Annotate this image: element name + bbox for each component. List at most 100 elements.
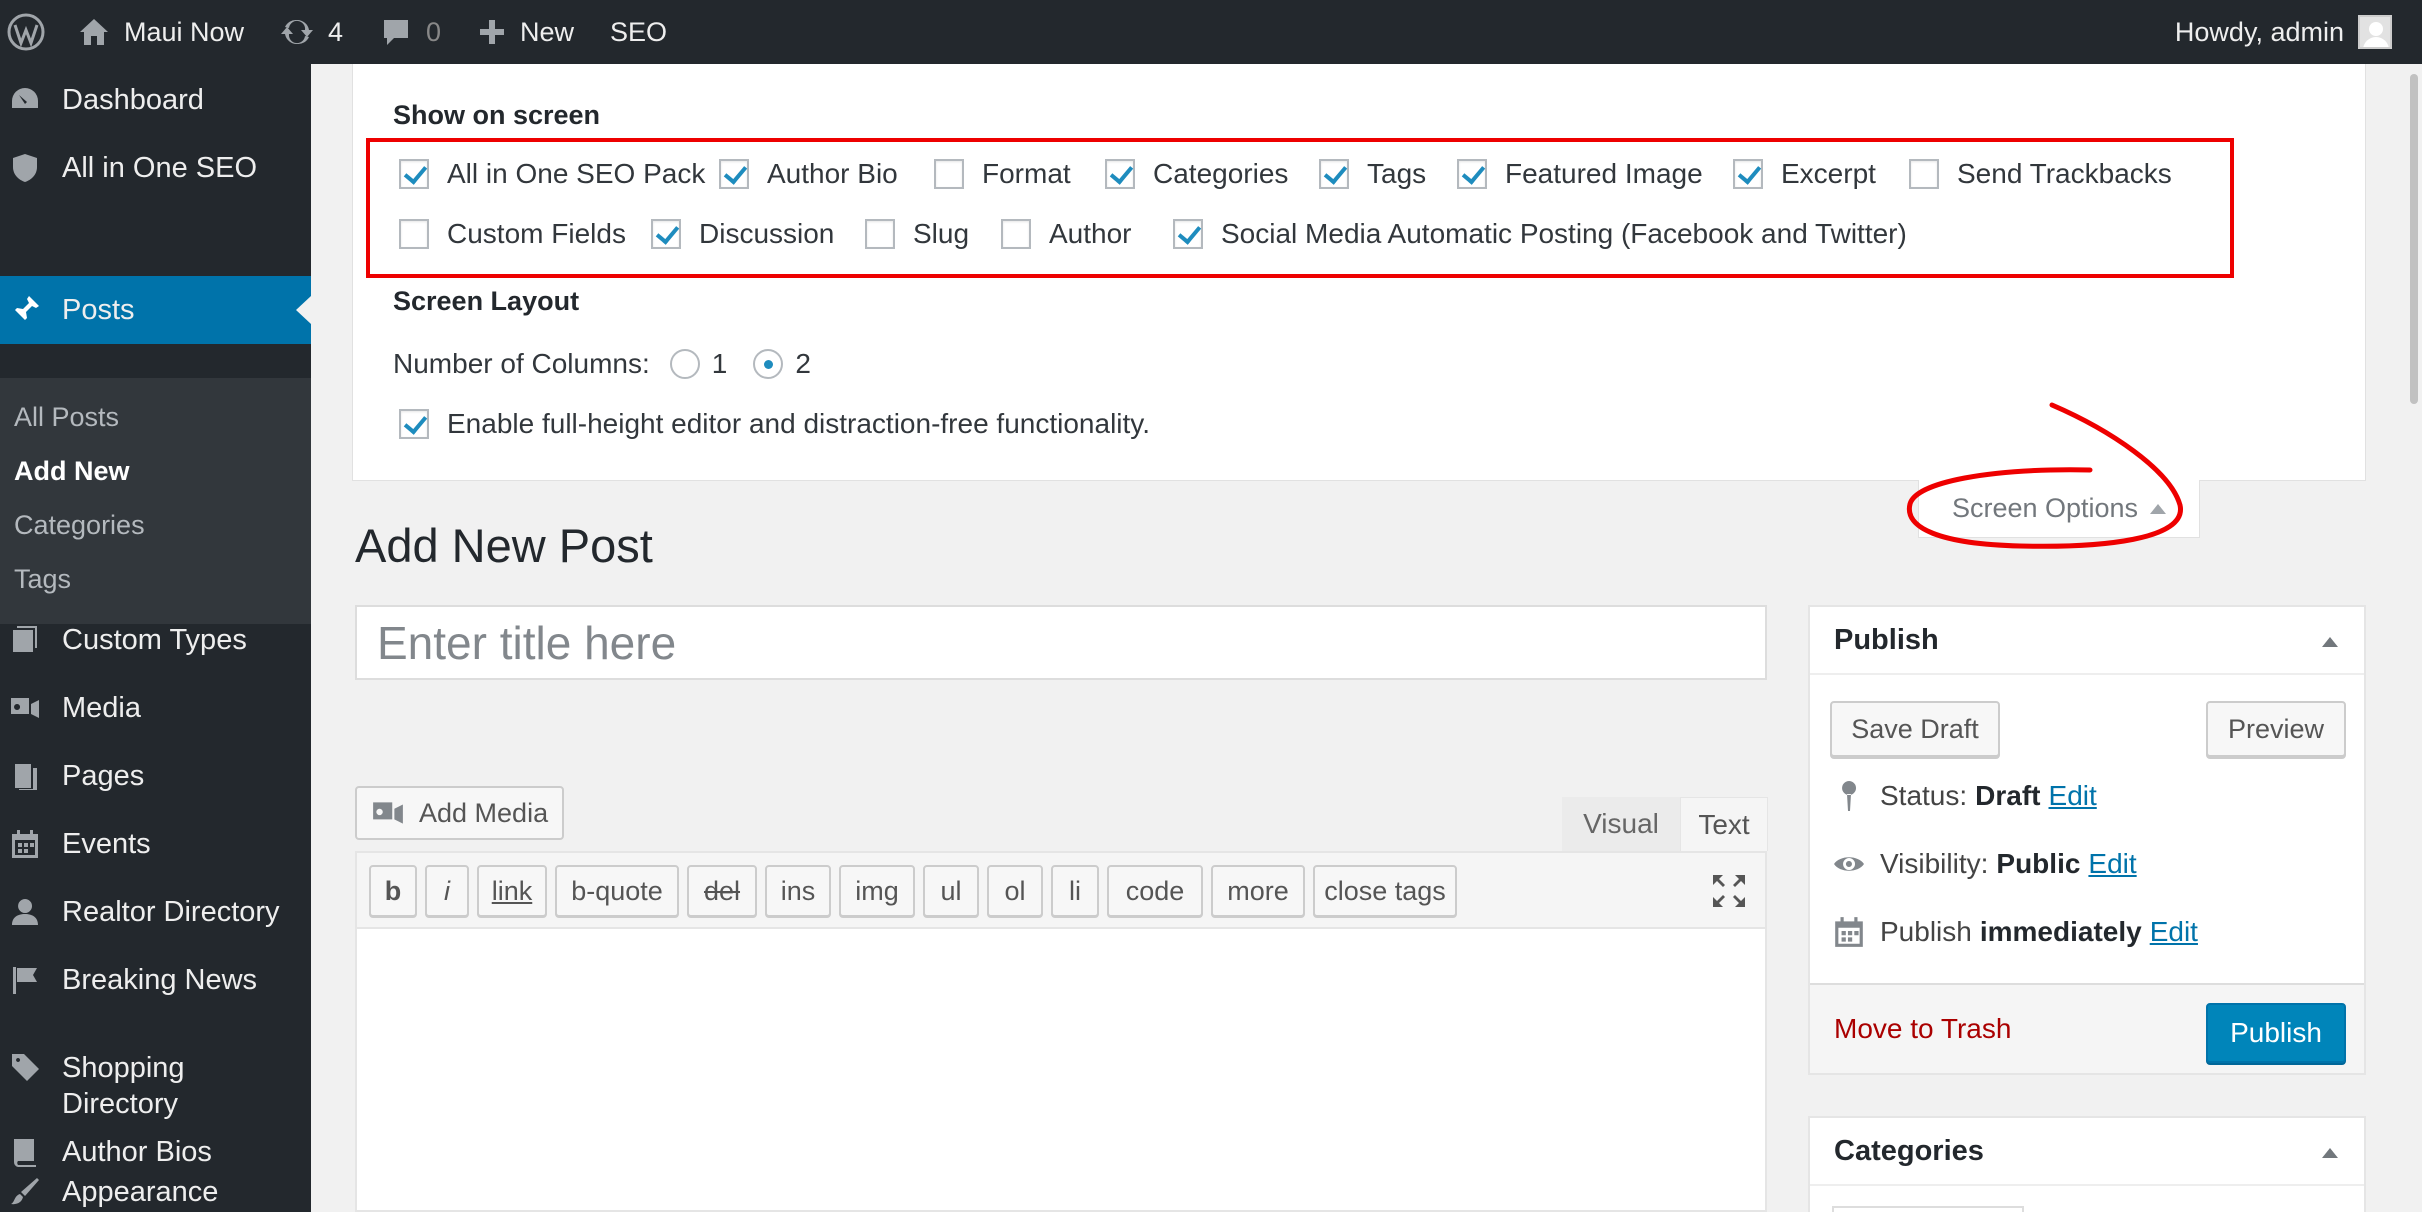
show-on-screen-heading: Show on screen	[393, 100, 601, 130]
qt-italic-button[interactable]: i	[425, 865, 469, 917]
sidebar-item-label: Custom Types	[62, 624, 247, 656]
columns-setting: Number of Columns: 1 2	[393, 348, 811, 380]
comments-count: 0	[426, 16, 442, 47]
sidebar-item-label: Dashboard	[62, 84, 204, 116]
radio-columns-2[interactable]	[753, 349, 784, 379]
submenu-item-tags[interactable]: Tags	[14, 564, 71, 595]
admin-sidebar: Dashboard All in One SEO Posts All Posts…	[0, 64, 311, 1212]
publish-box-title: Publish	[1834, 623, 1939, 656]
checkbox-label: Enable full-height editor and distractio…	[447, 408, 1150, 439]
qt-li-button[interactable]: li	[1051, 865, 1099, 917]
annotation-circle	[1906, 402, 2183, 549]
sidebar-item-shopping-directory[interactable]: Shopping Directory	[0, 1050, 311, 1122]
post-content-editor[interactable]: b i link b-quote del ins img ul ol li co…	[355, 851, 1767, 1212]
sidebar-item-label: Breaking News	[62, 964, 258, 996]
brush-icon	[8, 1175, 42, 1209]
wordpress-logo-icon[interactable]	[6, 12, 46, 52]
status-edit-link[interactable]: Edit	[2049, 780, 2097, 812]
radio-label: 2	[795, 348, 811, 379]
screen-layout-heading: Screen Layout	[393, 286, 580, 316]
status-label: Status:	[1880, 780, 1968, 811]
site-name-link[interactable]: Maui Now	[78, 0, 244, 64]
new-content-link[interactable]: New	[478, 0, 574, 64]
page-title: Add New Post	[355, 519, 653, 572]
sidebar-item-label: Appearance	[62, 1176, 219, 1208]
eye-icon	[1834, 857, 1864, 871]
publish-time-edit-link[interactable]: Edit	[2150, 916, 2198, 948]
avatar	[2358, 15, 2392, 49]
qt-more-button[interactable]: more	[1211, 865, 1305, 917]
checkbox-full-height-editor[interactable]: Enable full-height editor and distractio…	[399, 408, 1150, 440]
comment-icon	[384, 20, 408, 45]
tab-text[interactable]: Text	[1680, 797, 1768, 851]
media-icon	[373, 802, 403, 824]
categories-box-header[interactable]: Categories	[1810, 1118, 2364, 1186]
submenu-item-all-posts[interactable]: All Posts	[14, 402, 119, 433]
toggle-arrow-icon[interactable]	[2322, 1148, 2338, 1158]
my-account-link[interactable]: Howdy, admin	[2175, 0, 2392, 64]
sidebar-item-label: All in One SEO	[62, 152, 258, 184]
annotation-highlight-box	[366, 138, 2234, 278]
save-draft-button[interactable]: Save Draft	[1830, 701, 2000, 757]
sidebar-item-label: Media	[62, 692, 141, 724]
preview-button[interactable]: Preview	[2206, 701, 2346, 757]
qt-bold-button[interactable]: b	[369, 865, 417, 917]
qt-img-button[interactable]: img	[839, 865, 915, 917]
publish-box: Publish Save Draft Preview Status: Draft…	[1808, 605, 2366, 1075]
posts-submenu: All Posts Add New Categories Tags	[0, 378, 311, 624]
qt-ol-button[interactable]: ol	[987, 865, 1043, 917]
post-title-input[interactable]: Enter title here	[355, 605, 1767, 680]
move-to-trash-link[interactable]: Move to Trash	[1834, 1013, 2011, 1045]
tab-visual[interactable]: Visual	[1562, 797, 1680, 851]
sidebar-item-label: Realtor Directory	[62, 896, 280, 928]
fullscreen-icon[interactable]	[1711, 873, 1747, 909]
pushpin-icon	[8, 293, 42, 327]
radio-label: 1	[711, 348, 728, 379]
site-name: Maui Now	[124, 16, 245, 47]
sidebar-item-label: Pages	[62, 760, 145, 792]
publish-actions: Move to Trash Publish	[1810, 983, 2364, 1073]
status-row: Status: Draft Edit	[1832, 779, 2097, 813]
qt-close-tags-button[interactable]: close tags	[1313, 865, 1457, 917]
visibility-value: Public	[1996, 848, 2081, 879]
sidebar-item-label: Author Bios	[62, 1136, 212, 1168]
add-media-label: Add Media	[419, 797, 549, 828]
categories-box-title: Categories	[1834, 1134, 1984, 1167]
submenu-item-add-new[interactable]: Add New	[14, 456, 130, 487]
visibility-edit-link[interactable]: Edit	[2088, 848, 2136, 880]
qt-code-button[interactable]: code	[1107, 865, 1203, 917]
flag-icon	[8, 963, 42, 997]
seo-label: SEO	[610, 16, 668, 47]
publish-time-row: Publish immediately Edit	[1832, 915, 2198, 949]
qt-ins-button[interactable]: ins	[765, 865, 831, 917]
qt-del-button[interactable]: del	[687, 865, 757, 917]
comments-link[interactable]: 0	[380, 0, 441, 64]
radio-columns-1[interactable]	[669, 349, 700, 379]
sidebar-item-label: Posts	[62, 294, 135, 326]
seo-menu-link[interactable]: SEO	[610, 0, 667, 64]
checkbox-box[interactable]	[399, 409, 429, 439]
admin-bar: Maui Now 4 0 New SEO Howdy, admin	[0, 0, 2422, 64]
book-icon	[8, 1135, 42, 1169]
toggle-arrow-icon[interactable]	[2322, 637, 2338, 647]
qt-ul-button[interactable]: ul	[923, 865, 979, 917]
scrollbar-thumb[interactable]	[2410, 74, 2418, 404]
publish-label: Publish	[1880, 916, 1972, 947]
custom-types-icon	[8, 623, 42, 657]
category-tabs[interactable]	[1832, 1206, 2024, 1212]
sidebar-item-posts[interactable]: Posts	[0, 276, 311, 344]
updates-link[interactable]: 4	[280, 0, 343, 64]
user-icon	[8, 895, 42, 929]
qt-link-button[interactable]: link	[477, 865, 547, 917]
add-media-button[interactable]: Add Media	[355, 786, 564, 840]
qt-bquote-button[interactable]: b-quote	[555, 865, 679, 917]
new-label: New	[520, 16, 575, 47]
plus-icon	[480, 20, 504, 44]
quicktags-toolbar: b i link b-quote del ins img ul ol li co…	[357, 853, 1765, 929]
page-scrollbar[interactable]	[2406, 64, 2422, 1212]
publish-button[interactable]: Publish	[2206, 1003, 2346, 1063]
visibility-row: Visibility: Public Edit	[1832, 847, 2137, 881]
refresh-icon	[281, 19, 313, 45]
submenu-item-categories[interactable]: Categories	[14, 510, 145, 541]
publish-box-header[interactable]: Publish	[1810, 607, 2364, 675]
